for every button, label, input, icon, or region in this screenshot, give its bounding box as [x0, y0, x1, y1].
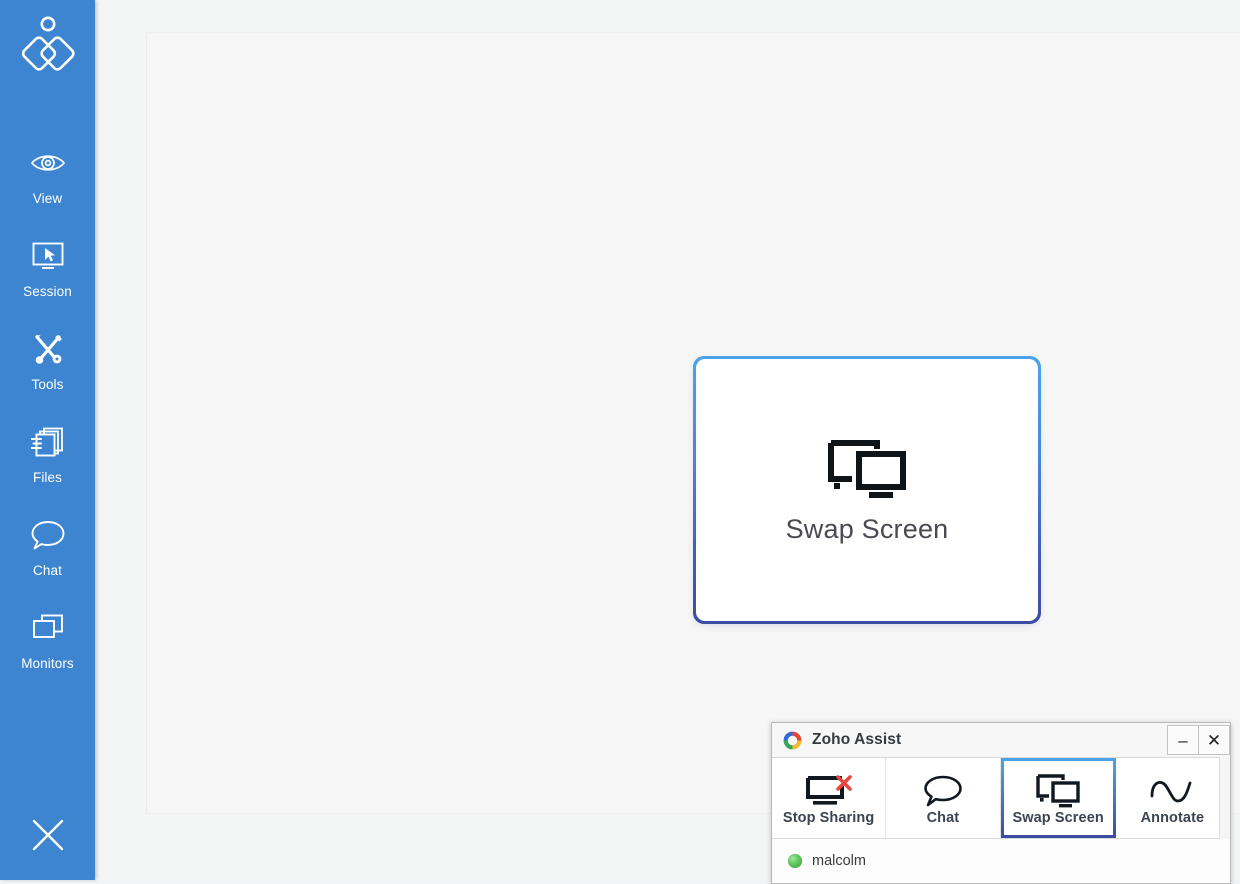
sidebar-item-label: Monitors	[21, 656, 74, 671]
swap-screen-card[interactable]: Swap Screen	[693, 356, 1041, 624]
zoho-assist-statusbar: malcolm	[772, 839, 1230, 883]
eye-icon	[29, 140, 67, 186]
swap-screen-card-label: Swap Screen	[785, 514, 949, 544]
zoho-assist-title: Zoho Assist	[812, 731, 902, 748]
sidebar-item-files[interactable]: Files	[0, 419, 95, 512]
swap-screen-button[interactable]: Swap Screen	[1000, 758, 1116, 838]
zoho-assist-window[interactable]: Zoho Assist – ✕ Stop Sharing Chat Swap S…	[771, 722, 1231, 884]
tool-label: Chat	[926, 810, 960, 826]
zoho-assist-logo	[0, 6, 95, 86]
sidebar-item-label: Files	[32, 470, 62, 485]
tool-label: Annotate	[1140, 810, 1205, 826]
sidebar-item-tools[interactable]: Tools	[0, 326, 95, 419]
sidebar-item-label: Session	[23, 284, 72, 299]
close-icon: ✕	[1206, 730, 1222, 750]
files-icon	[30, 419, 65, 465]
chat-button[interactable]: Chat	[886, 758, 1001, 838]
swap-screen-icon	[821, 435, 913, 504]
close-icon	[28, 815, 68, 860]
sidebar-item-monitors[interactable]: Monitors	[0, 605, 95, 698]
sidebar-item-view[interactable]: View	[0, 140, 95, 233]
close-session-button[interactable]	[0, 802, 95, 872]
tool-label: Swap Screen	[1012, 810, 1104, 826]
toolbar-overflow-edge	[1219, 757, 1230, 839]
annotate-button[interactable]: Annotate	[1115, 758, 1230, 838]
swap-screen-card-inner: Swap Screen	[696, 359, 1038, 621]
monitor-cursor-icon	[31, 233, 65, 279]
sidebar-item-label: Chat	[33, 563, 62, 578]
chat-bubble-icon	[30, 512, 66, 558]
tool-label: Stop Sharing	[782, 810, 875, 826]
minimize-icon: –	[1178, 730, 1188, 750]
sidebar-item-label: View	[32, 191, 63, 206]
stop-sharing-icon	[802, 770, 856, 808]
left-sidebar: View Session Tools Files Chat Monitors	[0, 0, 95, 880]
swap-screen-icon	[1032, 770, 1084, 808]
zoho-assist-toolbar: Stop Sharing Chat Swap Screen Annotate	[772, 758, 1230, 839]
close-button[interactable]: ✕	[1199, 725, 1230, 755]
stop-sharing-button[interactable]: Stop Sharing	[772, 758, 887, 838]
sidebar-item-chat[interactable]: Chat	[0, 512, 95, 605]
zoho-assist-titlebar[interactable]: Zoho Assist – ✕	[772, 723, 1230, 758]
participant-name: malcolm	[812, 853, 866, 869]
monitors-icon	[31, 605, 65, 651]
zoho-ring-logo	[783, 731, 802, 750]
tools-icon	[31, 326, 65, 372]
sidebar-item-session[interactable]: Session	[0, 233, 95, 326]
presence-online-icon	[788, 854, 802, 868]
sidebar-nav: View Session Tools Files Chat Monitors	[0, 140, 95, 698]
annotate-wave-icon	[1146, 770, 1198, 808]
sidebar-item-label: Tools	[31, 377, 64, 392]
window-controls: – ✕	[1167, 723, 1230, 757]
chat-bubble-icon	[921, 770, 965, 808]
minimize-button[interactable]: –	[1167, 725, 1199, 755]
